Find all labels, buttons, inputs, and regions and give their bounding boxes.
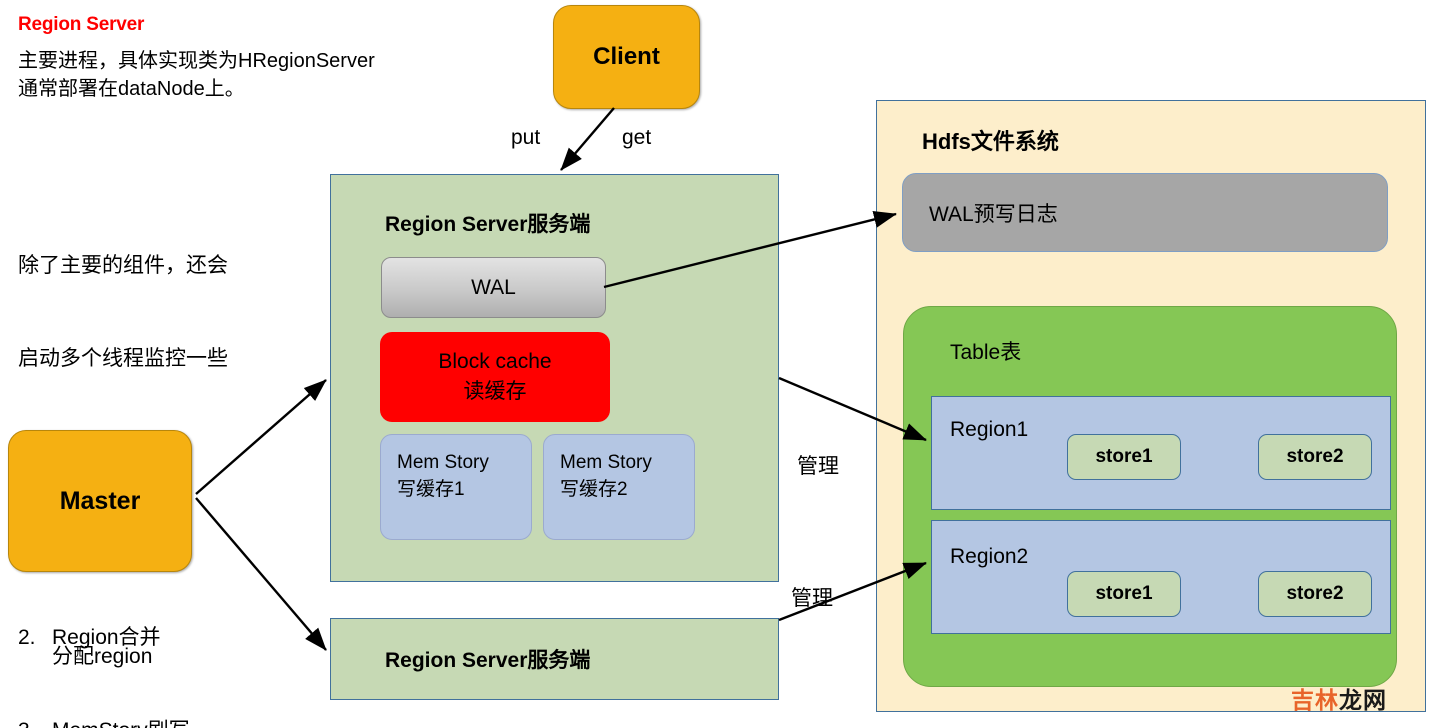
block-cache-label-zh: 读缓存 — [463, 380, 527, 403]
edge-label-put: put — [511, 126, 541, 149]
region-server-panel-2-title: Region Server服务端 — [385, 649, 591, 672]
region-2-label: Region2 — [950, 545, 1029, 568]
watermark-part-orange: 吉林 — [1291, 687, 1339, 713]
diagram-canvas: Region Server 主要进程，具体实现类为HRegionServer 通… — [0, 0, 1433, 728]
edge-label-allocate-region: 分配region — [52, 645, 153, 668]
master-node[interactable]: Master — [8, 430, 192, 572]
mem-store-2-line-2: 写缓存2 — [560, 479, 628, 500]
mem-store-box-1[interactable]: Mem Story 写缓存1 — [380, 434, 532, 540]
region-2-store-2[interactable]: store2 — [1258, 571, 1372, 617]
annotation-line-2: 通常部署在dataNode上。 — [18, 78, 245, 100]
region-2-store-1[interactable]: store1 — [1067, 571, 1181, 617]
block-cache-box[interactable]: Block cache 读缓存 — [380, 332, 610, 422]
block-cache-label-en: Block cache — [438, 350, 552, 373]
list-number: 3. — [18, 715, 52, 728]
annotation-list-item: 3. MemStory刷写 — [18, 715, 228, 728]
table-title: Table表 — [950, 341, 1022, 364]
client-node[interactable]: Client — [553, 5, 700, 109]
mem-store-box-2[interactable]: Mem Story 写缓存2 — [543, 434, 695, 540]
edge-label-manage-1: 管理 — [797, 455, 839, 478]
arrow-client-to-region-server — [560, 107, 615, 171]
region-1-store-1[interactable]: store1 — [1067, 434, 1181, 480]
annotation-title: Region Server — [18, 14, 145, 35]
wal-box[interactable]: WAL — [381, 257, 606, 318]
mem-store-1-line-1: Mem Story — [397, 452, 489, 473]
edge-label-manage-2: 管理 — [791, 587, 833, 610]
list-text: MemStory刷写 — [52, 715, 190, 728]
region-1-store-2[interactable]: store2 — [1258, 434, 1372, 480]
hdfs-panel-title: Hdfs文件系统 — [922, 129, 1059, 154]
watermark-part-black: 龙网 — [1339, 687, 1387, 713]
mem-store-2-line-1: Mem Story — [560, 452, 652, 473]
annotation-line-1: 主要进程，具体实现类为HRegionServer — [18, 50, 375, 72]
region-1-label: Region1 — [950, 418, 1029, 441]
edge-label-get: get — [622, 126, 652, 149]
watermark: 吉林龙网 — [1291, 681, 1387, 715]
annotation-para-2: 启动多个线程监控一些 — [18, 347, 228, 370]
mem-store-1-line-2: 写缓存1 — [397, 479, 465, 500]
list-number: 2. — [18, 626, 36, 649]
annotation-para-1: 除了主要的组件，还会 — [18, 254, 228, 277]
wal-log-file-box[interactable]: WAL预写日志 — [902, 173, 1388, 252]
region-server-panel-1-title: Region Server服务端 — [385, 213, 591, 236]
